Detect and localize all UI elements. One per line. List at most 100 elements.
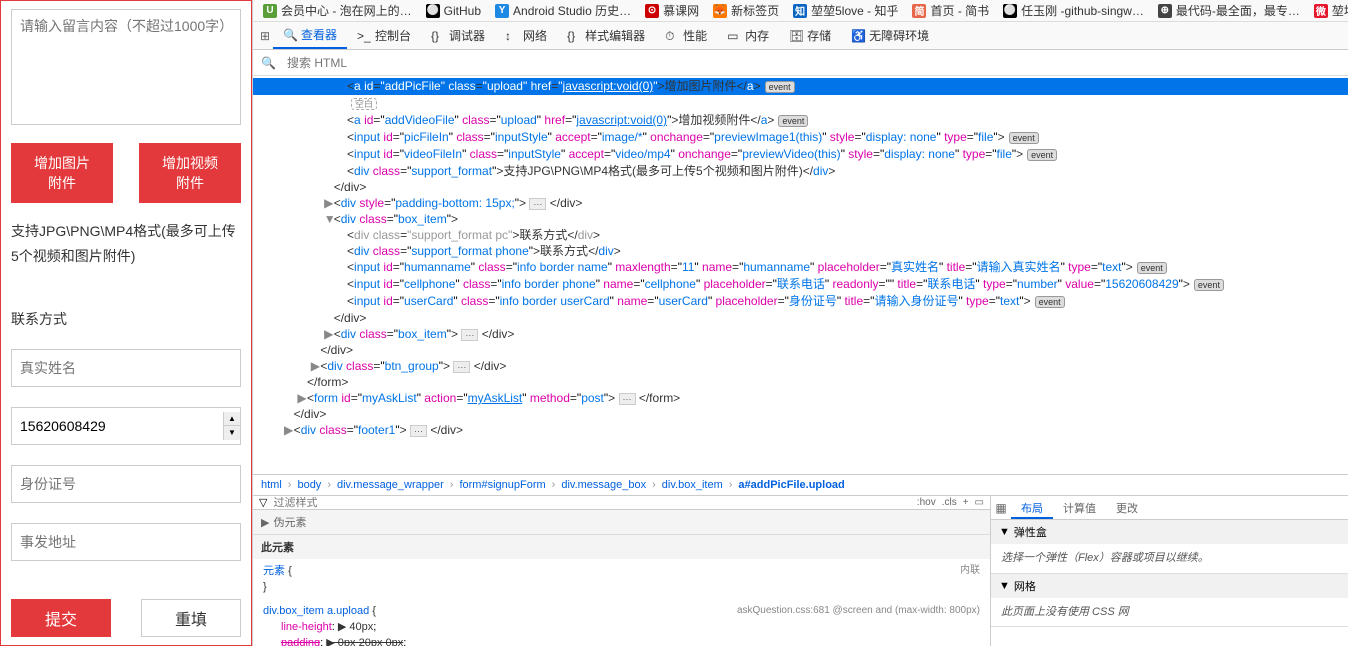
bookmarks-bar: U会员中心 - 泡在网上的…⚪GitHubYAndroid Studio 历史…… <box>253 0 1348 22</box>
bookmark-label: 新标签页 <box>731 2 779 19</box>
html-search-input[interactable] <box>283 52 1348 74</box>
phone-input-wrap: ▲▼ <box>11 407 241 445</box>
flexbox-section-header[interactable]: ▼弹性盒 <box>991 520 1348 544</box>
dom-line[interactable]: <div class="support_format">支持JPG\PNG\MP… <box>253 163 1348 179</box>
tab-icon: ↕ <box>505 29 519 43</box>
dom-line[interactable]: ▼<div class="box_item"> <box>253 211 1348 227</box>
copy-icon[interactable]: ▭ <box>975 497 984 508</box>
bookmark-item[interactable]: ⊕最代码-最全面，最专… <box>1152 2 1306 19</box>
bookmark-item[interactable]: U会员中心 - 泡在网上的… <box>257 2 418 19</box>
devtools-panel: U会员中心 - 泡在网上的…⚪GitHubYAndroid Studio 历史…… <box>252 0 1348 646</box>
devtools-tab[interactable]: ⏱性能 <box>655 22 717 49</box>
devtools-tab[interactable]: 🗄存储 <box>779 22 841 49</box>
crumb-item[interactable]: body <box>297 479 321 491</box>
pseudo-section[interactable]: ▶伪元素 <box>253 510 990 535</box>
number-spinner[interactable]: ▲▼ <box>223 412 240 440</box>
dom-line[interactable]: ▶<div class="box_item"> ⋯ </div> <box>253 326 1348 342</box>
devtools-tab[interactable]: ▭内存 <box>717 22 779 49</box>
rule-source[interactable]: askQuestion.css:681 @screen and (max-wid… <box>737 603 980 619</box>
add-pic-button[interactable]: 增加图片附件 <box>11 143 113 203</box>
html-search-bar: 🔍 + ✎ <box>253 50 1348 76</box>
dom-tree[interactable]: <a id="addPicFile" class="upload" href="… <box>253 76 1348 474</box>
bookmark-favicon: U <box>263 4 277 18</box>
flexbox-section-body: 选择一个弹性（Flex）容器或项目以继续。 <box>991 544 1348 573</box>
layout-tab[interactable]: 更改 <box>1106 496 1148 519</box>
phone-input[interactable] <box>12 408 223 444</box>
dom-line[interactable]: <input id="videoFileIn" class="inputStyl… <box>253 146 1348 163</box>
bookmark-favicon: ⚪ <box>1003 4 1017 18</box>
address-input[interactable] <box>11 523 241 561</box>
dom-line[interactable]: <input id="cellphone" class="info border… <box>253 276 1348 293</box>
devtools-tab[interactable]: >_控制台 <box>347 22 421 49</box>
dom-line[interactable]: <input id="userCard" class="info border … <box>253 293 1348 310</box>
bookmark-item[interactable]: ⚪GitHub <box>420 4 487 18</box>
rule-selector[interactable]: div.box_item a.upload <box>263 605 369 617</box>
crumb-item[interactable]: html <box>261 479 282 491</box>
dom-line[interactable]: ▶<div class="footer1"> ⋯ </div> <box>253 422 1348 438</box>
search-icon: 🔍 <box>261 56 275 70</box>
devtools-tabstrip: ⊞ 🔍查看器>_控制台{}调试器↕网络{}样式编辑器⏱性能▭内存🗄存储♿无障碍环… <box>253 22 1348 50</box>
crumb-item[interactable]: form#signupForm <box>459 479 545 491</box>
dom-line[interactable]: ▶<form id="myAskList" action="myAskList"… <box>253 390 1348 406</box>
bookmark-item[interactable]: YAndroid Studio 历史… <box>489 2 637 19</box>
this-element-header: 此元素 <box>253 535 990 559</box>
add-video-button[interactable]: 增加视频附件 <box>139 143 241 203</box>
hov-toggle[interactable]: :hov <box>917 497 936 508</box>
bookmark-label: 任玉刚 -github-singw… <box>1021 2 1144 19</box>
bookmark-item[interactable]: 知堃堃5love - 知乎 <box>787 2 904 19</box>
dom-line[interactable]: <input id="picFileIn" class="inputStyle"… <box>253 129 1348 146</box>
dom-line[interactable]: ▶<div style="padding-bottom: 15px;"> ⋯ <… <box>253 195 1348 211</box>
devtools-tab[interactable]: ♿无障碍环境 <box>841 22 939 49</box>
crumb-item[interactable]: div.box_item <box>662 479 723 491</box>
crumb-item[interactable]: div.message_box <box>561 479 646 491</box>
dom-line[interactable]: <a id="addVideoFile" class="upload" href… <box>253 112 1348 129</box>
bookmark-label: Android Studio 历史… <box>513 2 631 19</box>
dom-line[interactable]: <div class="support_format phone">联系方式</… <box>253 243 1348 259</box>
dom-line[interactable]: </div> <box>253 179 1348 195</box>
devtools-tab[interactable]: {}调试器 <box>421 22 495 49</box>
bookmark-item[interactable]: 微堃坤5love的微博_(… <box>1308 2 1348 19</box>
bookmark-item[interactable]: ⊙慕课网 <box>639 2 705 19</box>
devtools-tab[interactable]: 🔍查看器 <box>273 22 347 49</box>
add-rule-icon[interactable]: + <box>963 497 969 508</box>
dom-line[interactable]: 空白 <box>253 95 1348 112</box>
bookmark-item[interactable]: ⚪ 任玉刚 -github-singw… <box>997 2 1150 19</box>
styles-filter-input[interactable] <box>273 497 910 509</box>
submit-button[interactable]: 提交 <box>11 599 111 637</box>
dock-icon[interactable]: ⊞ <box>257 28 273 44</box>
dom-line[interactable]: <div class="support_format pc">联系方式</div… <box>253 227 1348 243</box>
bookmark-label: 首页 - 简书 <box>930 2 989 19</box>
layout-tab[interactable]: 计算值 <box>1053 496 1106 519</box>
dom-line[interactable]: </div> <box>253 310 1348 326</box>
webpage-form-panel: 增加图片附件 增加视频附件 支持JPG\PNG\MP4格式(最多可上传5个视频和… <box>0 0 252 646</box>
bookmark-item[interactable]: 简首页 - 简书 <box>906 2 995 19</box>
realname-input[interactable] <box>11 349 241 387</box>
dom-line[interactable]: <a id="addPicFile" class="upload" href="… <box>253 78 1348 95</box>
idcard-input[interactable] <box>11 465 241 503</box>
dom-line[interactable]: </form> <box>253 374 1348 390</box>
layout-box-icon[interactable]: ▦ <box>991 496 1011 519</box>
contact-label: 联系方式 <box>11 309 241 329</box>
dom-line[interactable]: </div> <box>253 342 1348 358</box>
crumb-item[interactable]: div.message_wrapper <box>337 479 444 491</box>
bottom-panes: ▽ :hov .cls + ▭ ▶伪元素 此元素 元素 { 内联 } <box>253 496 1348 646</box>
devtools-tab[interactable]: {}样式编辑器 <box>557 22 655 49</box>
support-format-text: 支持JPG\PNG\MP4格式(最多可上传5个视频和图片附件) <box>11 219 241 269</box>
bookmark-label: 堃堃5love - 知乎 <box>811 2 898 19</box>
message-textarea[interactable] <box>11 9 241 125</box>
tab-icon: 🔍 <box>283 28 297 42</box>
bookmark-item[interactable]: 🦊新标签页 <box>707 2 785 19</box>
dom-line[interactable]: <input id="humanname" class="info border… <box>253 259 1348 276</box>
layout-tab[interactable]: 布局 <box>1011 496 1053 519</box>
grid-section-header[interactable]: ▼网格 <box>991 574 1348 598</box>
dom-line[interactable]: ▶<div class="btn_group"> ⋯ </div> <box>253 358 1348 374</box>
grid-section-body: 此页面上没有使用 CSS 网 <box>991 598 1348 627</box>
cls-toggle[interactable]: .cls <box>942 497 957 508</box>
reset-button[interactable]: 重填 <box>141 599 241 637</box>
tab-icon: >_ <box>357 29 371 43</box>
dom-breadcrumb[interactable]: html›body›div.message_wrapper›form#signu… <box>253 474 1348 496</box>
tab-icon: ▭ <box>727 29 741 43</box>
crumb-item[interactable]: a#addPicFile.upload <box>738 479 844 491</box>
devtools-tab[interactable]: ↕网络 <box>495 22 557 49</box>
dom-line[interactable]: </div> <box>253 406 1348 422</box>
